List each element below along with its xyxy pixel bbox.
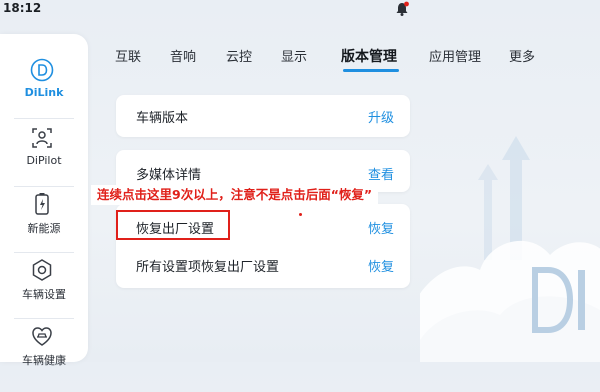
sidebar-item-dipilot[interactable]: DiPilot bbox=[0, 126, 88, 194]
sidebar-item-vehicle-settings[interactable]: 车辆设置 bbox=[0, 258, 88, 326]
dilink-icon bbox=[30, 58, 54, 82]
annotation-dot bbox=[299, 213, 302, 216]
tab-more[interactable]: 更多 bbox=[509, 46, 535, 65]
notification-bell-icon[interactable] bbox=[395, 1, 409, 17]
divider bbox=[14, 318, 74, 319]
hexagon-settings-icon bbox=[32, 259, 52, 281]
tab-display[interactable]: 显示 bbox=[281, 46, 307, 65]
annotation-highlight-box bbox=[116, 210, 230, 240]
sidebar-item-label: 新能源 bbox=[27, 222, 61, 235]
sidebar-item-label: DiLink bbox=[24, 86, 64, 99]
tab-interconnect[interactable]: 互联 bbox=[115, 46, 141, 65]
active-tab-indicator bbox=[343, 69, 399, 72]
media-details-label: 多媒体详情 bbox=[136, 168, 202, 183]
sidebar-item-label: DiPilot bbox=[26, 154, 62, 167]
vehicle-version-card: 车辆版本 升级 bbox=[116, 95, 410, 137]
reset-all-label: 所有设置项恢复出厂设置 bbox=[136, 260, 280, 275]
background-decoration bbox=[420, 136, 600, 362]
reset-all-restore-button[interactable]: 恢复 bbox=[368, 256, 394, 275]
factory-reset-restore-button[interactable]: 恢复 bbox=[368, 218, 394, 237]
tab-app-management[interactable]: 应用管理 bbox=[429, 46, 481, 65]
status-bar: 18:12 bbox=[0, 0, 600, 20]
battery-icon bbox=[35, 193, 49, 215]
sidebar: DiLink DiPilot 新能源 车辆设置 车辆健康 bbox=[0, 34, 88, 367]
sidebar-item-dilink[interactable]: DiLink bbox=[0, 58, 88, 126]
tab-bar: 互联 音响 云控 显示 版本管理 应用管理 更多 bbox=[108, 46, 578, 70]
annotation-text: 连续点击这里9次以上，注意不是点击后面“恢复” bbox=[91, 185, 379, 205]
tab-version-management[interactable]: 版本管理 bbox=[341, 46, 397, 66]
tab-audio[interactable]: 音响 bbox=[170, 46, 196, 65]
view-button[interactable]: 查看 bbox=[368, 164, 394, 183]
divider bbox=[14, 118, 74, 119]
tab-cloud-control[interactable]: 云控 bbox=[226, 46, 252, 65]
sidebar-item-vehicle-health[interactable]: 车辆健康 bbox=[0, 324, 88, 392]
dipilot-icon bbox=[32, 128, 52, 148]
vehicle-version-label: 车辆版本 bbox=[136, 111, 189, 126]
sidebar-item-new-energy[interactable]: 新能源 bbox=[0, 192, 88, 260]
divider bbox=[14, 186, 74, 187]
car-health-icon bbox=[32, 327, 52, 346]
sidebar-item-label: 车辆健康 bbox=[22, 354, 66, 367]
divider bbox=[14, 252, 74, 253]
upgrade-button[interactable]: 升级 bbox=[368, 107, 394, 126]
sidebar-item-label: 车辆设置 bbox=[22, 288, 66, 301]
clock: 18:12 bbox=[3, 1, 42, 15]
